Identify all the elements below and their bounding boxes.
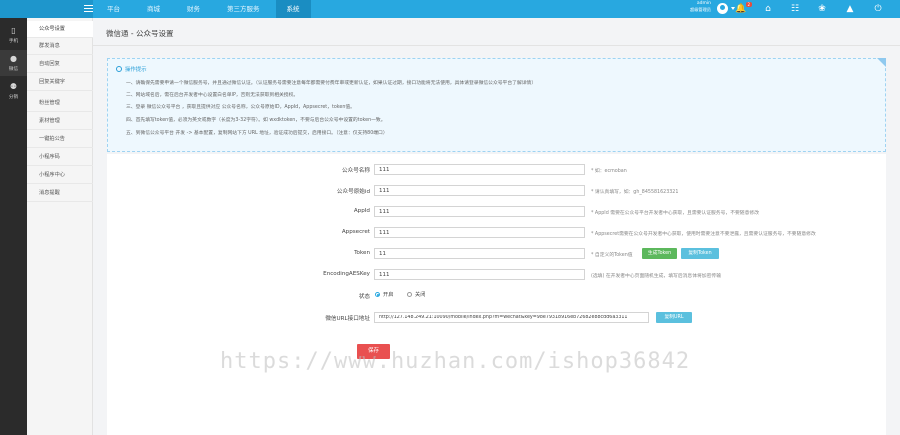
token-field[interactable]	[374, 248, 585, 259]
tips-line: 五、到微信公众号平台 开发 -> 基本配置，复制网站下方 URL 地址，验证成功…	[126, 131, 388, 136]
field-hint: * AppId 需要在公众号平台开发者中心获取，且需要认证服务号，不要随意修改	[591, 211, 759, 216]
encoding-aes-key-field[interactable]	[374, 269, 585, 280]
copy-url-button[interactable]: 复制URL	[656, 312, 692, 323]
sidebar-item-message-reminder[interactable]: 消息提醒	[27, 185, 93, 202]
status-off-label: 关闭	[415, 292, 426, 298]
home-icon[interactable]: ⌂	[762, 3, 774, 15]
topnav-item-platform[interactable]: 平台	[96, 0, 131, 18]
topnav-item-third-party[interactable]: 第三方服务	[216, 0, 271, 18]
palette-icon[interactable]: ❀	[816, 3, 828, 15]
topnav-item-mall[interactable]: 商城	[136, 0, 171, 18]
wechat-icon: ●	[10, 54, 17, 63]
sidebar: 公众号设置 群发消息 自动回复 回复关键字 粉丝管理 素材管理 一键拍公告 小程…	[27, 18, 93, 435]
field-label: Token	[354, 250, 370, 256]
warning-icon[interactable]: ▲	[844, 3, 856, 15]
sidebar-item-auto-reply[interactable]: 自动回复	[27, 56, 93, 73]
logo-area	[0, 0, 93, 18]
status-off-radio[interactable]	[407, 292, 412, 297]
settings-form: 公众号名称 * 如：ecmoban 公众号原始id * 请认真填写，如：gh_8…	[107, 154, 886, 435]
field-hint: * 请认真填写，如：gh_845581623321	[591, 190, 679, 195]
copy-token-button[interactable]: 复制Token	[681, 248, 719, 259]
sidebar-item-fans[interactable]: 粉丝管理	[27, 95, 93, 112]
field-hint: * 自定义的Token值	[591, 253, 633, 258]
lightbulb-icon	[116, 66, 122, 72]
user-role: 超级管理员	[690, 7, 711, 12]
tips-line: 三、登录 微信公众号平台 ，获取且提供对应 公众号名称，公众号原始ID，AppI…	[126, 105, 355, 110]
distribution-icon: ⚉	[9, 82, 18, 91]
sidebar-item-announcement[interactable]: 一键拍公告	[27, 131, 93, 148]
module-label: 微信	[8, 67, 19, 72]
url-label: 微信URL接口地址	[325, 316, 370, 322]
module-label: 分销	[8, 95, 19, 100]
field-label: AppId	[353, 208, 370, 214]
mobile-icon: ▯	[11, 26, 16, 35]
field-label: Appsecret	[341, 229, 370, 235]
status-label: 状态	[358, 294, 370, 300]
field-label: 公众号名称	[342, 168, 370, 174]
sidebar-item-account-settings[interactable]: 公众号设置	[27, 21, 93, 38]
page-title: 微信通 - 公众号设置	[106, 29, 174, 38]
callback-url-field[interactable]	[374, 312, 649, 323]
menu-toggle-icon[interactable]	[84, 5, 93, 13]
field-hint: * Appsecret需要在公众号开发者中心获取，使用时需要注意不要泄露，且需要…	[591, 232, 816, 237]
tips-heading: 操作提示	[116, 65, 147, 73]
watermark: https://www.huzhan.com/ishop36842	[220, 349, 691, 374]
status-on-radio[interactable]	[375, 292, 380, 297]
module-wechat[interactable]: ● 微信	[0, 50, 27, 76]
divider	[93, 45, 900, 46]
tips-heading-text: 操作提示	[125, 67, 147, 73]
power-icon[interactable]: ⏻	[872, 3, 884, 15]
sitemap-icon[interactable]: ☷	[789, 3, 801, 15]
tips-line: 一、请确保先需要申请一个微信服务号，并且通过微信认证。（认证服务号需要注意每年都…	[126, 81, 537, 86]
tips-line: 二、网站域名后，需在后台开发者中心设置白名单IP，否则无法获取到相关授权。	[126, 93, 299, 98]
appid-field[interactable]	[374, 206, 585, 217]
tips-panel: 操作提示 一、请确保先需要申请一个微信服务号，并且通过微信认证。（认证服务号需要…	[107, 58, 886, 152]
sidebar-item-miniprogram-code[interactable]: 小程序码	[27, 149, 93, 166]
status-on-label: 开启	[383, 292, 394, 298]
notification-badge: 2	[746, 2, 752, 7]
generate-token-button[interactable]: 生成Token	[642, 248, 677, 259]
module-iconbar: ▯ 手机 ● 微信 ⚉ 分销	[0, 18, 27, 435]
original-id-field[interactable]	[374, 185, 585, 196]
topnav-item-system[interactable]: 系统	[275, 0, 311, 18]
top-navigation: 平台 商城 财务 第三方服务 系统	[96, 0, 316, 18]
sidebar-item-miniprogram-center[interactable]: 小程序中心	[27, 167, 93, 184]
top-bar: 平台 商城 财务 第三方服务 系统 admin 超级管理员 🔔 2 ⌂ ☷ ❀ …	[0, 0, 900, 18]
user-info[interactable]: admin 超级管理员	[669, 1, 711, 13]
avatar[interactable]	[717, 3, 728, 14]
field-hint: (选填) 在开发者中心页面随机生成，填写后消息体将加密传输	[591, 274, 721, 279]
tips-line: 四、首先填写token值，必须为英文或数字（长度为3-32字符）。如 wxdkt…	[126, 118, 386, 123]
module-mobile[interactable]: ▯ 手机	[0, 22, 27, 48]
module-distribution[interactable]: ⚉ 分销	[0, 78, 27, 104]
field-label: EncodingAESKey	[323, 271, 370, 277]
sidebar-item-mass-message[interactable]: 群发消息	[27, 38, 93, 55]
account-name-field[interactable]	[374, 164, 585, 175]
sidebar-item-materials[interactable]: 素材管理	[27, 113, 93, 130]
field-label: 公众号原始id	[336, 189, 370, 195]
topnav-item-finance[interactable]: 财务	[176, 0, 211, 18]
module-label: 手机	[8, 39, 19, 44]
appsecret-field[interactable]	[374, 227, 585, 238]
sidebar-item-keyword-reply[interactable]: 回复关键字	[27, 74, 93, 91]
field-hint: * 如：ecmoban	[591, 169, 627, 174]
corner-ribbon	[877, 58, 886, 67]
